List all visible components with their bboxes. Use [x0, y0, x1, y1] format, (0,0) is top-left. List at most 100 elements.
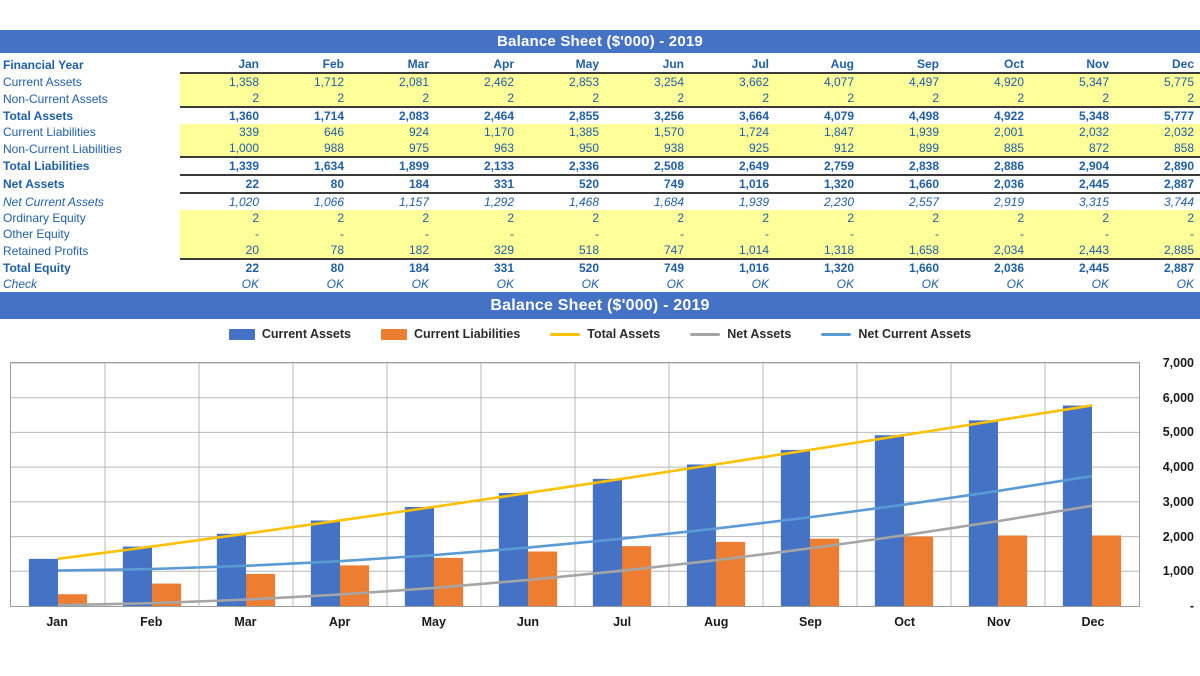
cell-sep[interactable]: 2,557 — [860, 193, 945, 210]
cell-jan[interactable]: 2 — [180, 210, 265, 226]
cell-aug[interactable]: 1,320 — [775, 258, 860, 276]
bar-current-assets-oct[interactable] — [874, 435, 904, 606]
cell-feb[interactable]: 78 — [265, 242, 350, 260]
cell-jan[interactable]: 1,360 — [180, 106, 265, 124]
cell-jul[interactable]: 925 — [690, 140, 775, 158]
cell-nov[interactable]: OK — [1030, 276, 1115, 292]
cell-oct[interactable]: 885 — [945, 140, 1030, 158]
cell-apr[interactable]: 963 — [435, 140, 520, 158]
cell-jul[interactable]: 2,649 — [690, 156, 775, 175]
bar-current-assets-jan[interactable] — [28, 558, 58, 606]
cell-dec[interactable]: 2,890 — [1115, 156, 1200, 175]
cell-jun[interactable]: 3,254 — [605, 73, 690, 90]
cell-jul[interactable]: 1,724 — [690, 124, 775, 140]
cell-nov[interactable]: 2,904 — [1030, 156, 1115, 175]
cell-may[interactable]: - — [520, 226, 605, 242]
cell-jan[interactable]: OK — [180, 276, 265, 292]
cell-may[interactable]: 520 — [520, 174, 605, 194]
cell-oct[interactable]: OK — [945, 276, 1030, 292]
cell-dec[interactable]: 5,775 — [1115, 73, 1200, 90]
cell-apr[interactable]: 2,464 — [435, 106, 520, 124]
cell-mar[interactable]: OK — [350, 276, 435, 292]
cell-apr[interactable]: OK — [435, 276, 520, 292]
cell-apr[interactable]: 1,170 — [435, 124, 520, 140]
cell-nov[interactable]: 3,315 — [1030, 193, 1115, 210]
cell-jun[interactable]: 938 — [605, 140, 690, 158]
cell-mar[interactable]: 184 — [350, 174, 435, 194]
bar-current-assets-feb[interactable] — [122, 546, 152, 606]
cell-oct[interactable]: 2,034 — [945, 242, 1030, 260]
cell-oct[interactable]: 2,886 — [945, 156, 1030, 175]
legend-item-net-assets[interactable]: Net Assets — [690, 327, 791, 341]
cell-jun[interactable]: 1,570 — [605, 124, 690, 140]
cell-oct[interactable]: 2,036 — [945, 174, 1030, 194]
cell-jun[interactable]: 747 — [605, 242, 690, 260]
cell-apr[interactable]: 331 — [435, 174, 520, 194]
cell-sep[interactable]: 4,497 — [860, 73, 945, 90]
cell-apr[interactable]: - — [435, 226, 520, 242]
legend-item-current-liabilities[interactable]: Current Liabilities — [381, 327, 520, 341]
cell-jan[interactable]: - — [180, 226, 265, 242]
cell-mar[interactable]: 1,899 — [350, 156, 435, 175]
cell-aug[interactable]: 1,320 — [775, 174, 860, 194]
cell-mar[interactable]: 2,081 — [350, 73, 435, 90]
cell-jan[interactable]: 2 — [180, 90, 265, 108]
cell-feb[interactable]: 80 — [265, 174, 350, 194]
cell-feb[interactable]: 1,066 — [265, 193, 350, 210]
cell-apr[interactable]: 1,292 — [435, 193, 520, 210]
bar-current-liabilities-may[interactable] — [434, 557, 464, 606]
bar-current-assets-mar[interactable] — [216, 533, 246, 606]
cell-apr[interactable]: 2 — [435, 90, 520, 108]
bar-current-liabilities-dec[interactable] — [1092, 535, 1122, 606]
cell-sep[interactable]: 1,658 — [860, 242, 945, 260]
cell-mar[interactable]: 2,083 — [350, 106, 435, 124]
cell-jun[interactable]: 749 — [605, 174, 690, 194]
cell-sep[interactable]: 899 — [860, 140, 945, 158]
cell-feb[interactable]: 988 — [265, 140, 350, 158]
cell-nov[interactable]: 872 — [1030, 140, 1115, 158]
cell-oct[interactable]: 2 — [945, 90, 1030, 108]
cell-nov[interactable]: - — [1030, 226, 1115, 242]
cell-feb[interactable]: OK — [265, 276, 350, 292]
cell-jan[interactable]: 1,000 — [180, 140, 265, 158]
cell-feb[interactable]: 1,634 — [265, 156, 350, 175]
cell-oct[interactable]: 2,001 — [945, 124, 1030, 140]
cell-dec[interactable]: 858 — [1115, 140, 1200, 158]
cell-apr[interactable]: 2,133 — [435, 156, 520, 175]
bar-current-assets-nov[interactable] — [968, 420, 998, 606]
cell-may[interactable]: 518 — [520, 242, 605, 260]
legend-item-net-current-assets[interactable]: Net Current Assets — [821, 327, 971, 341]
cell-may[interactable]: 2,855 — [520, 106, 605, 124]
cell-apr[interactable]: 329 — [435, 242, 520, 260]
cell-jun[interactable]: 2,508 — [605, 156, 690, 175]
cell-dec[interactable]: 3,744 — [1115, 193, 1200, 210]
cell-jun[interactable]: OK — [605, 276, 690, 292]
legend-item-total-assets[interactable]: Total Assets — [550, 327, 660, 341]
cell-feb[interactable]: - — [265, 226, 350, 242]
cell-aug[interactable]: 912 — [775, 140, 860, 158]
cell-jul[interactable]: OK — [690, 276, 775, 292]
cell-mar[interactable]: 2 — [350, 90, 435, 108]
bar-current-liabilities-oct[interactable] — [904, 536, 934, 606]
bar-current-assets-aug[interactable] — [686, 464, 716, 606]
cell-mar[interactable]: 182 — [350, 242, 435, 260]
cell-aug[interactable]: 4,079 — [775, 106, 860, 124]
cell-aug[interactable]: 2 — [775, 90, 860, 108]
cell-feb[interactable]: 646 — [265, 124, 350, 140]
bar-current-liabilities-mar[interactable] — [246, 573, 276, 606]
cell-feb[interactable]: 2 — [265, 90, 350, 108]
cell-may[interactable]: 2,336 — [520, 156, 605, 175]
cell-jan[interactable]: 22 — [180, 174, 265, 194]
cell-dec[interactable]: - — [1115, 226, 1200, 242]
cell-nov[interactable]: 2,443 — [1030, 242, 1115, 260]
cell-jun[interactable]: 2 — [605, 90, 690, 108]
cell-feb[interactable]: 1,712 — [265, 73, 350, 90]
cell-nov[interactable]: 2,445 — [1030, 174, 1115, 194]
cell-oct[interactable]: 2,036 — [945, 258, 1030, 276]
cell-may[interactable]: 950 — [520, 140, 605, 158]
cell-may[interactable]: 2,853 — [520, 73, 605, 90]
cell-jul[interactable]: 2 — [690, 90, 775, 108]
cell-jun[interactable]: - — [605, 226, 690, 242]
cell-jul[interactable]: 1,016 — [690, 258, 775, 276]
cell-dec[interactable]: 2 — [1115, 210, 1200, 226]
